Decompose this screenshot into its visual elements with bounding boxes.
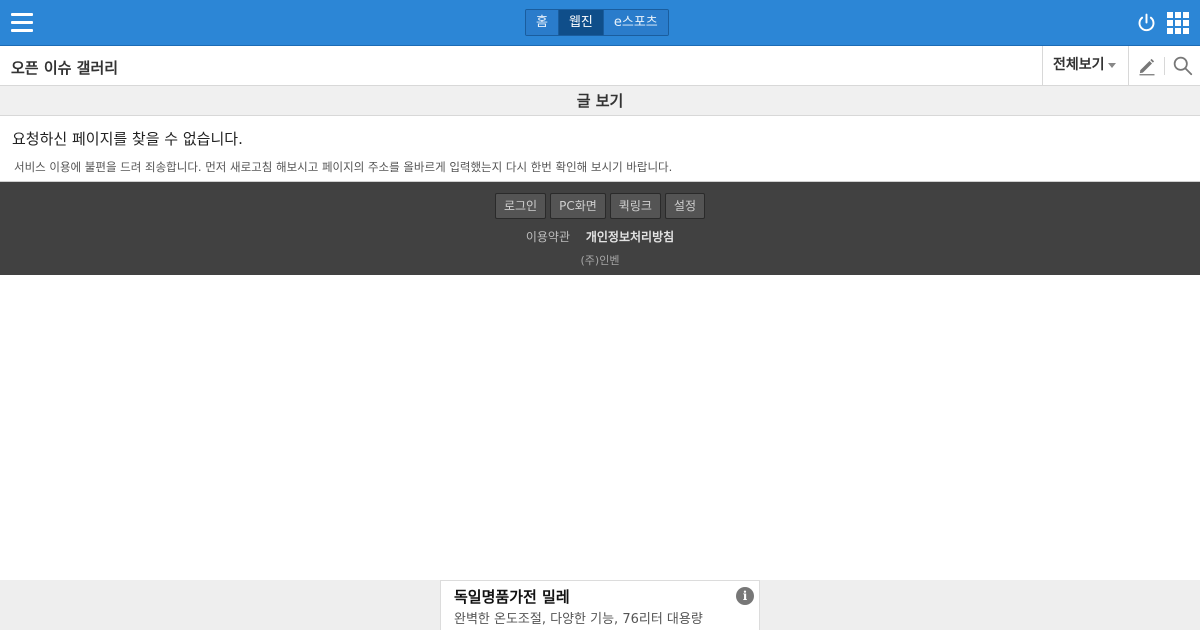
login-button[interactable]: 로그인: [494, 193, 547, 219]
toolbar-divider: [1164, 57, 1165, 75]
main-tabs: 홈 웹진 e스포츠: [525, 9, 669, 36]
privacy-policy-link[interactable]: 개인정보처리방침: [586, 230, 674, 244]
search-icon[interactable]: [1172, 55, 1193, 76]
gallery-title[interactable]: 오픈 이슈 갤러리: [11, 57, 118, 78]
tab-webzine[interactable]: 웹진: [558, 10, 604, 35]
grid-icon[interactable]: [1167, 12, 1189, 34]
ad-banner[interactable]: 독일명품가전 밀레 완벽한 온도조절, 다양한 기능, 76리터 대용량 i: [440, 580, 760, 630]
error-title: 요청하신 페이지를 찾을 수 없습니다.: [12, 130, 243, 148]
ad-title[interactable]: 독일명품가전 밀레: [454, 586, 570, 607]
footer-buttons: 로그인 PC화면 퀵링크 설정: [0, 193, 1200, 219]
top-navigation-bar: 홈 웹진 e스포츠: [0, 0, 1200, 46]
settings-button[interactable]: 설정: [664, 193, 706, 219]
terms-link[interactable]: 이용약관: [526, 230, 570, 244]
info-icon[interactable]: i: [736, 587, 754, 605]
tab-esports[interactable]: e스포츠: [603, 10, 668, 35]
footer: 로그인 PC화면 퀵링크 설정 이용약관 개인정보처리방침 (주)인벤: [0, 182, 1200, 275]
error-content: 요청하신 페이지를 찾을 수 없습니다. 서비스 이용에 불편을 드려 죄송합니…: [0, 117, 1200, 182]
footer-links: 이용약관 개인정보처리방침: [0, 228, 1200, 245]
section-heading: 글 보기: [0, 86, 1200, 116]
tab-home[interactable]: 홈: [526, 10, 559, 35]
ad-description[interactable]: 완벽한 온도조절, 다양한 기능, 76리터 대용량: [454, 608, 724, 627]
company-name: (주)인벤: [580, 254, 620, 267]
gallery-subbar: 오픈 이슈 갤러리 전체보기: [0, 46, 1200, 86]
quicklink-button[interactable]: 퀵링크: [609, 193, 661, 219]
view-all-dropdown[interactable]: 전체보기: [1042, 46, 1129, 85]
error-description: 서비스 이용에 불편을 드려 죄송합니다. 먼저 새로고침 해보시고 페이지의 …: [14, 160, 673, 174]
caret-down-icon: [1107, 62, 1116, 68]
pc-view-button[interactable]: PC화면: [550, 193, 606, 219]
power-icon[interactable]: [1136, 12, 1157, 33]
view-all-label: 전체보기: [1053, 57, 1105, 73]
hamburger-icon[interactable]: [11, 13, 33, 33]
pencil-icon[interactable]: [1137, 56, 1157, 76]
